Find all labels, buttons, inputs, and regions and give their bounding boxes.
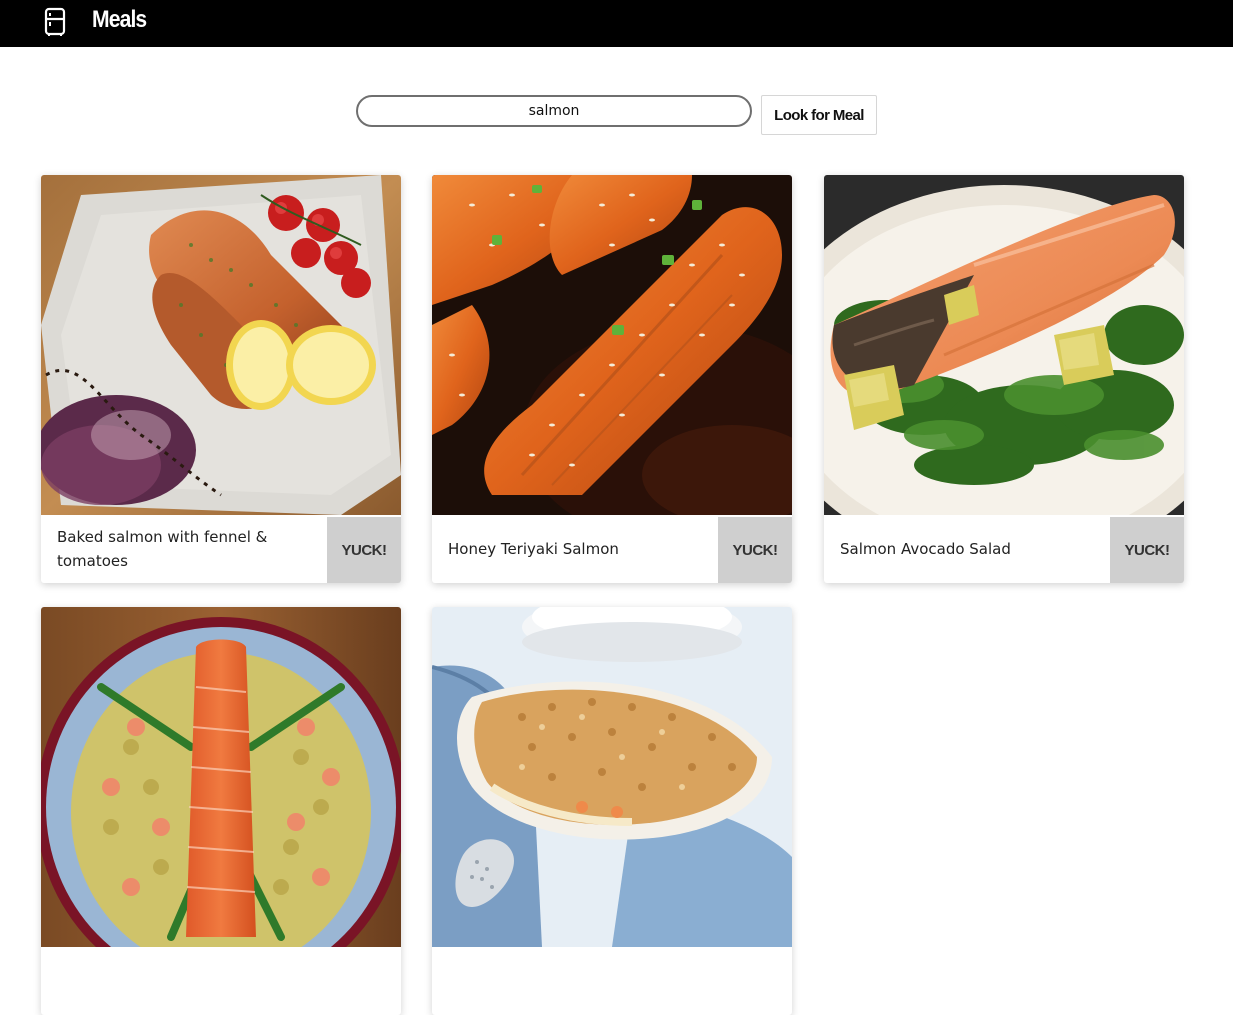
- yuck-button[interactable]: YUCK!: [327, 517, 401, 583]
- meal-card: Baked salmon with fennel & tomatoes YUCK…: [41, 175, 401, 583]
- meal-card: Honey Teriyaki Salmon YUCK!: [432, 175, 792, 583]
- yuck-button[interactable]: YUCK!: [1110, 517, 1184, 583]
- brand-title[interactable]: Meals: [92, 6, 147, 34]
- meal-image: [432, 607, 792, 947]
- meal-image: [432, 175, 792, 515]
- meal-card: [432, 607, 792, 1015]
- meal-card-footer: Honey Teriyaki Salmon YUCK!: [432, 515, 792, 583]
- meal-title[interactable]: Baked salmon with fennel & tomatoes: [57, 515, 327, 583]
- top-bar: Meals: [0, 0, 1233, 47]
- meal-image: [41, 607, 401, 947]
- meal-image: [41, 175, 401, 515]
- meal-card-footer: Salmon Avocado Salad YUCK!: [824, 515, 1184, 583]
- yuck-button[interactable]: YUCK!: [718, 517, 792, 583]
- search-input[interactable]: [356, 95, 752, 127]
- meal-title[interactable]: Salmon Avocado Salad: [840, 515, 1110, 583]
- meal-card: [41, 607, 401, 1015]
- meal-card: Salmon Avocado Salad YUCK!: [824, 175, 1184, 583]
- look-for-meal-button[interactable]: Look for Meal: [761, 95, 877, 135]
- fridge-icon[interactable]: [44, 7, 66, 37]
- meal-card-footer: Baked salmon with fennel & tomatoes YUCK…: [41, 515, 401, 583]
- meal-image: [824, 175, 1184, 515]
- meal-title[interactable]: Honey Teriyaki Salmon: [448, 515, 718, 583]
